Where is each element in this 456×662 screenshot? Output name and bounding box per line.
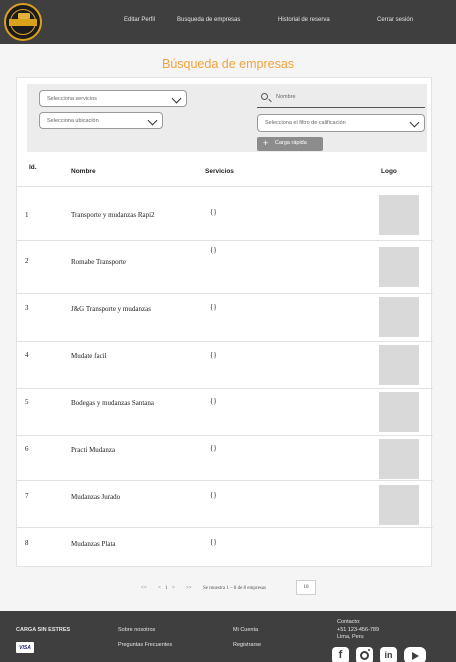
calificacion-select-label: Selecciona el filtro de calificación [265, 120, 346, 126]
top-navbar: Editar Perfil Busqueda de empresas Histo… [0, 0, 456, 44]
company-logo-placeholder [379, 247, 419, 287]
row-divider [17, 341, 433, 342]
row-id: 4 [25, 351, 29, 359]
truck-icon [18, 13, 30, 19]
nombre-search-input[interactable]: Nombre [257, 88, 425, 108]
column-header-nombre: Nombre [71, 168, 96, 175]
instagram-lens-shape [360, 651, 369, 660]
search-icon [261, 93, 268, 100]
footer-phone: +51 123-456-789 [337, 627, 380, 633]
row-divider [17, 527, 433, 528]
company-logo-placeholder [379, 195, 419, 235]
page: Editar Perfil Busqueda de empresas Histo… [0, 0, 456, 662]
instagram-icon[interactable] [356, 647, 373, 662]
row-id: 5 [25, 398, 29, 406]
footer: CARGA SIN ESTRES VISA Sobre nosotros Pre… [0, 611, 456, 662]
row-id: 2 [25, 257, 29, 265]
footer-contact-label: Contacto: [337, 619, 361, 625]
row-nombre: Transporte y mudanzas Rapi2 [71, 211, 155, 219]
pagination-prev[interactable]: < [158, 586, 161, 591]
nav-historial-reserva[interactable]: Historial de reserva [278, 17, 330, 23]
logo-band [9, 19, 37, 26]
linkedin-icon[interactable]: in [380, 647, 397, 662]
company-logo-placeholder [379, 485, 419, 525]
carga-rapida-label: Carga rápida [275, 140, 307, 146]
page-title: Búsqueda de empresas [161, 57, 295, 71]
chevron-down-icon [171, 93, 182, 104]
company-logo-placeholder [379, 392, 419, 432]
pagination-page[interactable]: 1 [165, 586, 168, 591]
company-logo-placeholder [379, 297, 419, 337]
company-logo-placeholder [379, 439, 419, 479]
footer-city: Lima, Peru [337, 634, 364, 640]
table-header-divider [17, 186, 433, 187]
row-servicios: {} [210, 444, 217, 452]
row-nombre: Romabe Transporte [71, 258, 127, 266]
ubicacion-select-label: Selecciona ubicación [47, 118, 99, 124]
row-servicios: {} [210, 491, 217, 499]
chevron-down-icon [147, 115, 158, 126]
row-servicios: {} [210, 246, 217, 254]
pagination-first[interactable]: << [141, 586, 147, 591]
row-servicios: {} [210, 397, 217, 405]
row-id: 1 [25, 211, 29, 219]
visa-icon: VISA [16, 642, 34, 653]
row-servicios: {} [210, 538, 217, 546]
servicios-select-label: Selecciona servicios [47, 96, 97, 102]
row-nombre: Mudate facil [71, 352, 107, 360]
row-servicios: {} [210, 303, 217, 311]
play-triangle-shape [412, 652, 419, 660]
company-logo-placeholder [379, 345, 419, 385]
row-divider [17, 435, 433, 436]
column-header-servicios: Servicios [205, 168, 234, 175]
results-card: Selecciona servicios Selecciona ubicació… [16, 77, 433, 567]
carga-rapida-button[interactable]: + Carga rápida [257, 137, 323, 151]
chevron-down-icon [409, 117, 420, 128]
column-header-logo: Logo [381, 168, 397, 175]
row-nombre: Mudanzas Jurado [71, 493, 121, 501]
nav-cerrar-sesion[interactable]: Cerrar sesión [377, 17, 413, 23]
footer-link-mi-cuenta[interactable]: Mi Cuenta [233, 627, 258, 633]
footer-link-registrarse[interactable]: Registrarse [233, 642, 261, 648]
ubicacion-select[interactable]: Selecciona ubicación [39, 112, 163, 129]
footer-link-sobre-nosotros[interactable]: Sobre nosotros [118, 627, 155, 633]
footer-brand: CARGA SIN ESTRES [16, 627, 71, 633]
servicios-select[interactable]: Selecciona servicios [39, 90, 187, 107]
row-nombre: Mudanzas Plata [71, 540, 116, 548]
nombre-placeholder: Nombre [276, 94, 296, 100]
footer-link-preguntas[interactable]: Preguntas Frecuentes [118, 642, 172, 648]
pagination-summary: Se muestra 1 – 8 de 8 empresas [203, 586, 266, 591]
row-divider [17, 240, 433, 241]
calificacion-select[interactable]: Selecciona el filtro de calificación [257, 114, 425, 132]
row-nombre: J&G Transporte y mudanzas [71, 305, 151, 313]
nav-editar-perfil[interactable]: Editar Perfil [124, 17, 155, 23]
row-divider [17, 293, 433, 294]
nav-busqueda-empresas[interactable]: Busqueda de empresas [177, 17, 240, 23]
row-divider [17, 480, 433, 481]
youtube-icon[interactable] [404, 647, 426, 662]
plus-icon: + [263, 138, 269, 148]
row-servicios: {} [210, 351, 217, 359]
pagination-next[interactable]: > [172, 586, 175, 591]
row-servicios: {} [210, 208, 217, 216]
column-header-id: Id. [29, 164, 37, 171]
facebook-icon[interactable]: f [332, 647, 349, 662]
row-divider [17, 388, 433, 389]
pagination-last[interactable]: >> [186, 586, 192, 591]
per-page-select[interactable]: 10 [296, 580, 316, 595]
row-id: 6 [25, 445, 29, 453]
instagram-dot-shape [368, 649, 370, 651]
row-id: 8 [25, 539, 29, 547]
brand-logo[interactable] [4, 3, 42, 41]
row-id: 7 [25, 492, 29, 500]
row-nombre: Practi Mudanza [71, 446, 116, 454]
filter-panel: Selecciona servicios Selecciona ubicació… [27, 84, 427, 152]
row-id: 3 [25, 304, 29, 312]
row-nombre: Bodegas y mudanzas Santana [71, 399, 155, 407]
